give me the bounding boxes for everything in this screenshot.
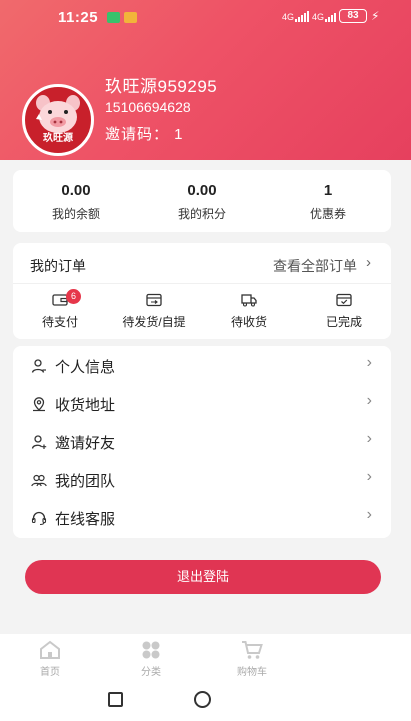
menu-item-online-service[interactable]: 在线客服 › <box>13 498 391 536</box>
profile-header: 11:25 4G 4G 83 ⚡ 玖旺源 玖旺源959295 151066946… <box>0 0 411 160</box>
tab-label: 购物车 <box>237 667 267 678</box>
order-status-label: 待发货/自提 <box>122 315 186 329</box>
status-bar: 11:25 4G 4G 83 ⚡ <box>0 0 411 34</box>
pending-payment-badge: 6 <box>66 289 81 304</box>
user-icon <box>31 359 46 373</box>
menu-item-my-team[interactable]: 我的团队 › <box>13 460 391 498</box>
menu-item-label: 个人信息 <box>55 359 116 376</box>
box-arrow-icon <box>146 293 162 307</box>
avatar-brand-text: 玖旺源 <box>43 133 73 144</box>
orders-title: 我的订单 <box>30 258 86 274</box>
menu-item-shipping-address[interactable]: 收货地址 › <box>13 384 391 422</box>
signal-icon: 4G <box>282 11 310 22</box>
box-check-icon <box>336 293 352 307</box>
orders-card: 我的订单 查看全部订单 › 6 待支付 待发货/自提 待收货 已完成 <box>13 243 391 339</box>
headset-icon <box>31 511 47 526</box>
order-status-label: 待收货 <box>230 315 267 329</box>
home-button[interactable] <box>194 691 211 708</box>
chevron-right-icon: › <box>366 506 372 523</box>
stat-value: 0.00 <box>187 182 217 199</box>
tab-category[interactable]: 分类 <box>121 640 181 678</box>
battery-icon: 83 <box>339 9 367 23</box>
menu-card: 个人信息 › 收货地址 › 邀请好友 › 我的团队 › 在线客服 › <box>13 346 391 538</box>
wechat-notification-icon <box>107 12 120 23</box>
chevron-right-icon: › <box>366 468 372 485</box>
location-icon <box>33 397 45 412</box>
stat-coupons[interactable]: 1 优惠券 <box>265 170 391 232</box>
system-navigation-bar <box>0 682 411 721</box>
menu-item-label: 收货地址 <box>55 397 116 414</box>
menu-item-invite-friends[interactable]: 邀请好友 › <box>13 422 391 460</box>
tab-label: 分类 <box>141 667 161 678</box>
phone-number: 15106694628 <box>105 99 191 115</box>
team-icon <box>31 474 47 487</box>
network-type-2: 4G <box>312 12 325 22</box>
order-status-pending-payment[interactable]: 6 待支付 <box>13 289 107 330</box>
order-status-label: 待支付 <box>41 315 78 329</box>
add-user-icon <box>31 435 47 449</box>
stat-points[interactable]: 0.00 我的积分 <box>139 170 265 232</box>
logout-button[interactable]: 退出登陆 <box>25 560 381 594</box>
stat-label: 我的余额 <box>51 207 100 221</box>
username: 玖旺源959295 <box>105 77 218 96</box>
orders-header[interactable]: 我的订单 查看全部订单 › <box>13 243 391 284</box>
status-time: 11:25 <box>58 9 99 26</box>
tab-home[interactable]: 首页 <box>20 640 80 678</box>
recent-apps-button[interactable] <box>108 692 123 707</box>
chevron-right-icon: › <box>366 354 372 371</box>
stat-label: 优惠券 <box>309 207 346 221</box>
stat-label: 我的积分 <box>177 207 226 221</box>
menu-item-personal-info[interactable]: 个人信息 › <box>13 346 391 384</box>
menu-item-label: 邀请好友 <box>55 435 116 452</box>
stats-card: 0.00 我的余额 0.00 我的积分 1 优惠券 <box>13 170 391 232</box>
avatar[interactable]: 玖旺源 <box>22 84 94 156</box>
chevron-right-icon: › <box>366 392 372 409</box>
order-status-completed[interactable]: 已完成 <box>297 293 391 330</box>
category-icon <box>142 641 160 659</box>
order-status-label: 已完成 <box>325 315 362 329</box>
chevron-right-icon: › <box>366 254 371 271</box>
order-status-pending-receipt[interactable]: 待收货 <box>202 293 296 330</box>
tab-cart[interactable]: 购物车 <box>222 640 282 678</box>
invite-code: 邀请码： 1 <box>105 126 184 143</box>
truck-icon <box>241 294 257 307</box>
home-icon <box>40 640 60 659</box>
menu-item-label: 在线客服 <box>55 511 116 528</box>
network-type-1: 4G <box>282 12 295 22</box>
view-all-orders-link[interactable]: 查看全部订单 <box>273 256 357 276</box>
shop-notification-icon <box>124 12 137 23</box>
bottom-tab-bar: 首页 分类 购物车 <box>0 634 411 682</box>
signal-icon-2: 4G <box>312 11 337 22</box>
chevron-right-icon: › <box>366 430 372 447</box>
cart-icon <box>242 641 263 659</box>
stat-value: 1 <box>323 182 333 199</box>
tab-label: 首页 <box>40 667 60 678</box>
charging-icon: ⚡ <box>371 9 380 23</box>
order-status-pending-shipment[interactable]: 待发货/自提 <box>107 293 201 330</box>
stat-value: 0.00 <box>61 182 91 199</box>
menu-item-label: 我的团队 <box>55 473 116 490</box>
stat-balance[interactable]: 0.00 我的余额 <box>13 170 139 232</box>
